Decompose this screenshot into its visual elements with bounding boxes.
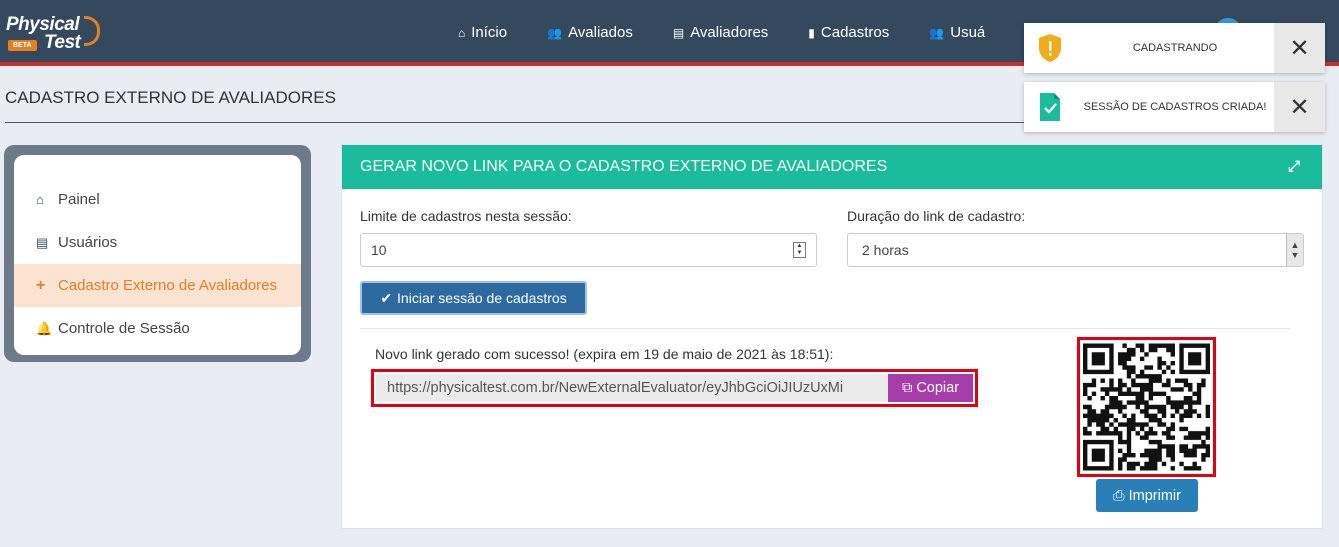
nav-item-avaliados[interactable]: 👥 Avaliados: [547, 24, 633, 41]
users-icon: 👥: [547, 25, 563, 40]
document-check-icon: [1024, 92, 1076, 122]
qr-code-image: [1083, 343, 1210, 471]
id-card-icon: ▤: [672, 25, 685, 40]
sidebar-item-label: Painel: [58, 191, 100, 208]
beta-badge: BETA: [8, 40, 37, 51]
copy-label: Copiar: [916, 380, 960, 396]
page-title: CADASTRO EXTERNO DE AVALIADORES: [5, 88, 336, 107]
print-button[interactable]: ⎙ Imprimir: [1096, 479, 1198, 512]
id-card-icon: ▤: [36, 234, 49, 250]
duration-value: 2 horas: [862, 242, 909, 258]
copy-button[interactable]: ⧉ Copiar: [888, 374, 973, 402]
users-icon: 👥: [929, 25, 945, 40]
limit-value: 10: [371, 242, 387, 258]
logo-swoosh: [84, 16, 100, 46]
nav-label: Usuá: [950, 24, 986, 41]
sidebar-item-cadastro-externo[interactable]: + Cadastro Externo de Avaliadores: [14, 264, 301, 307]
sidebar-item-label: Cadastro Externo de Avaliadores: [58, 277, 278, 294]
sidebar-menu: ⌂ Painel ▤ Usuários + Cadastro Externo d…: [14, 155, 301, 355]
nav-item-cadastros[interactable]: ▮ Cadastros: [808, 24, 889, 41]
shield-warning-icon: [1024, 33, 1076, 63]
qr-modules: [1083, 343, 1210, 471]
home-icon: ⌂: [36, 192, 44, 207]
expand-icon[interactable]: ⤢: [1288, 158, 1300, 175]
chevron-down-icon: ▲ ▼: [1286, 234, 1303, 266]
panel-header: GERAR NOVO LINK PARA O CADASTRO EXTERNO …: [342, 145, 1322, 189]
close-icon[interactable]: ✕: [1274, 82, 1325, 132]
nav-label: Início: [471, 24, 508, 41]
qr-code-frame: [1077, 337, 1216, 477]
main-nav: ⌂ Início 👥 Avaliados ▤ Avaliadores ▮ Cad…: [458, 24, 1025, 41]
logo-text-test: Test: [44, 32, 81, 53]
duration-select[interactable]: 2 horas ▲ ▼: [847, 233, 1304, 267]
generate-link-panel: GERAR NOVO LINK PARA O CADASTRO EXTERNO …: [341, 144, 1323, 529]
sidebar-item-usuarios[interactable]: ▤ Usuários: [14, 221, 301, 264]
bell-icon: 🔔: [36, 320, 53, 336]
print-icon: ⎙: [1113, 487, 1125, 504]
number-spinner[interactable]: ▲ ▼: [793, 242, 806, 258]
nav-label: Avaliados: [568, 24, 633, 41]
copy-icon: ⧉: [901, 380, 913, 396]
physical-test-logo[interactable]: Physical Test BETA: [6, 12, 101, 56]
title-divider: [5, 122, 1065, 123]
print-label: Imprimir: [1128, 487, 1181, 504]
check-icon: ✔: [380, 289, 393, 306]
panel-title: GERAR NOVO LINK PARA O CADASTRO EXTERNO …: [360, 158, 888, 175]
nav-label: Avaliadores: [690, 24, 769, 41]
toast-message: CADASTRANDO: [1132, 42, 1218, 54]
generated-link-box: https://physicaltest.com.br/NewExternalE…: [371, 369, 978, 407]
generated-link-field[interactable]: https://physicaltest.com.br/NewExternalE…: [376, 374, 888, 402]
sidebar: ⌂ Painel ▤ Usuários + Cadastro Externo d…: [4, 145, 311, 362]
limit-label: Limite de cadastros nesta sessão:: [360, 208, 572, 224]
plus-icon: +: [36, 276, 46, 294]
toast-warning: CADASTRANDO ✕: [1024, 23, 1325, 73]
start-session-label: Iniciar sessão de cadastros: [397, 290, 567, 306]
nav-label: Cadastros: [820, 24, 890, 41]
toast-message: SESSÃO DE CADASTROS CRIADA!: [1083, 101, 1267, 113]
sidebar-item-controle-sessao[interactable]: 🔔 Controle de Sessão: [14, 307, 301, 350]
section-divider: [360, 328, 1290, 329]
nav-item-usuarios[interactable]: 👥 Usuá: [929, 24, 985, 41]
sidebar-item-painel[interactable]: ⌂ Painel: [14, 178, 301, 221]
toast-success: SESSÃO DE CADASTROS CRIADA! ✕: [1024, 82, 1325, 132]
book-icon: ▮: [808, 25, 815, 40]
sidebar-item-label: Controle de Sessão: [58, 320, 190, 337]
duration-label: Duração do link de cadastro:: [847, 208, 1026, 224]
sidebar-item-label: Usuários: [58, 234, 118, 251]
home-icon: ⌂: [458, 25, 466, 40]
nav-item-avaliadores[interactable]: ▤ Avaliadores: [673, 24, 768, 41]
nav-item-inicio[interactable]: ⌂ Início: [458, 24, 507, 41]
success-message: Novo link gerado com sucesso! (expira em…: [375, 346, 834, 362]
start-session-button[interactable]: ✔ Iniciar sessão de cadastros: [360, 281, 587, 315]
close-icon[interactable]: ✕: [1274, 23, 1325, 73]
limit-input[interactable]: 10 ▲ ▼: [360, 233, 817, 267]
